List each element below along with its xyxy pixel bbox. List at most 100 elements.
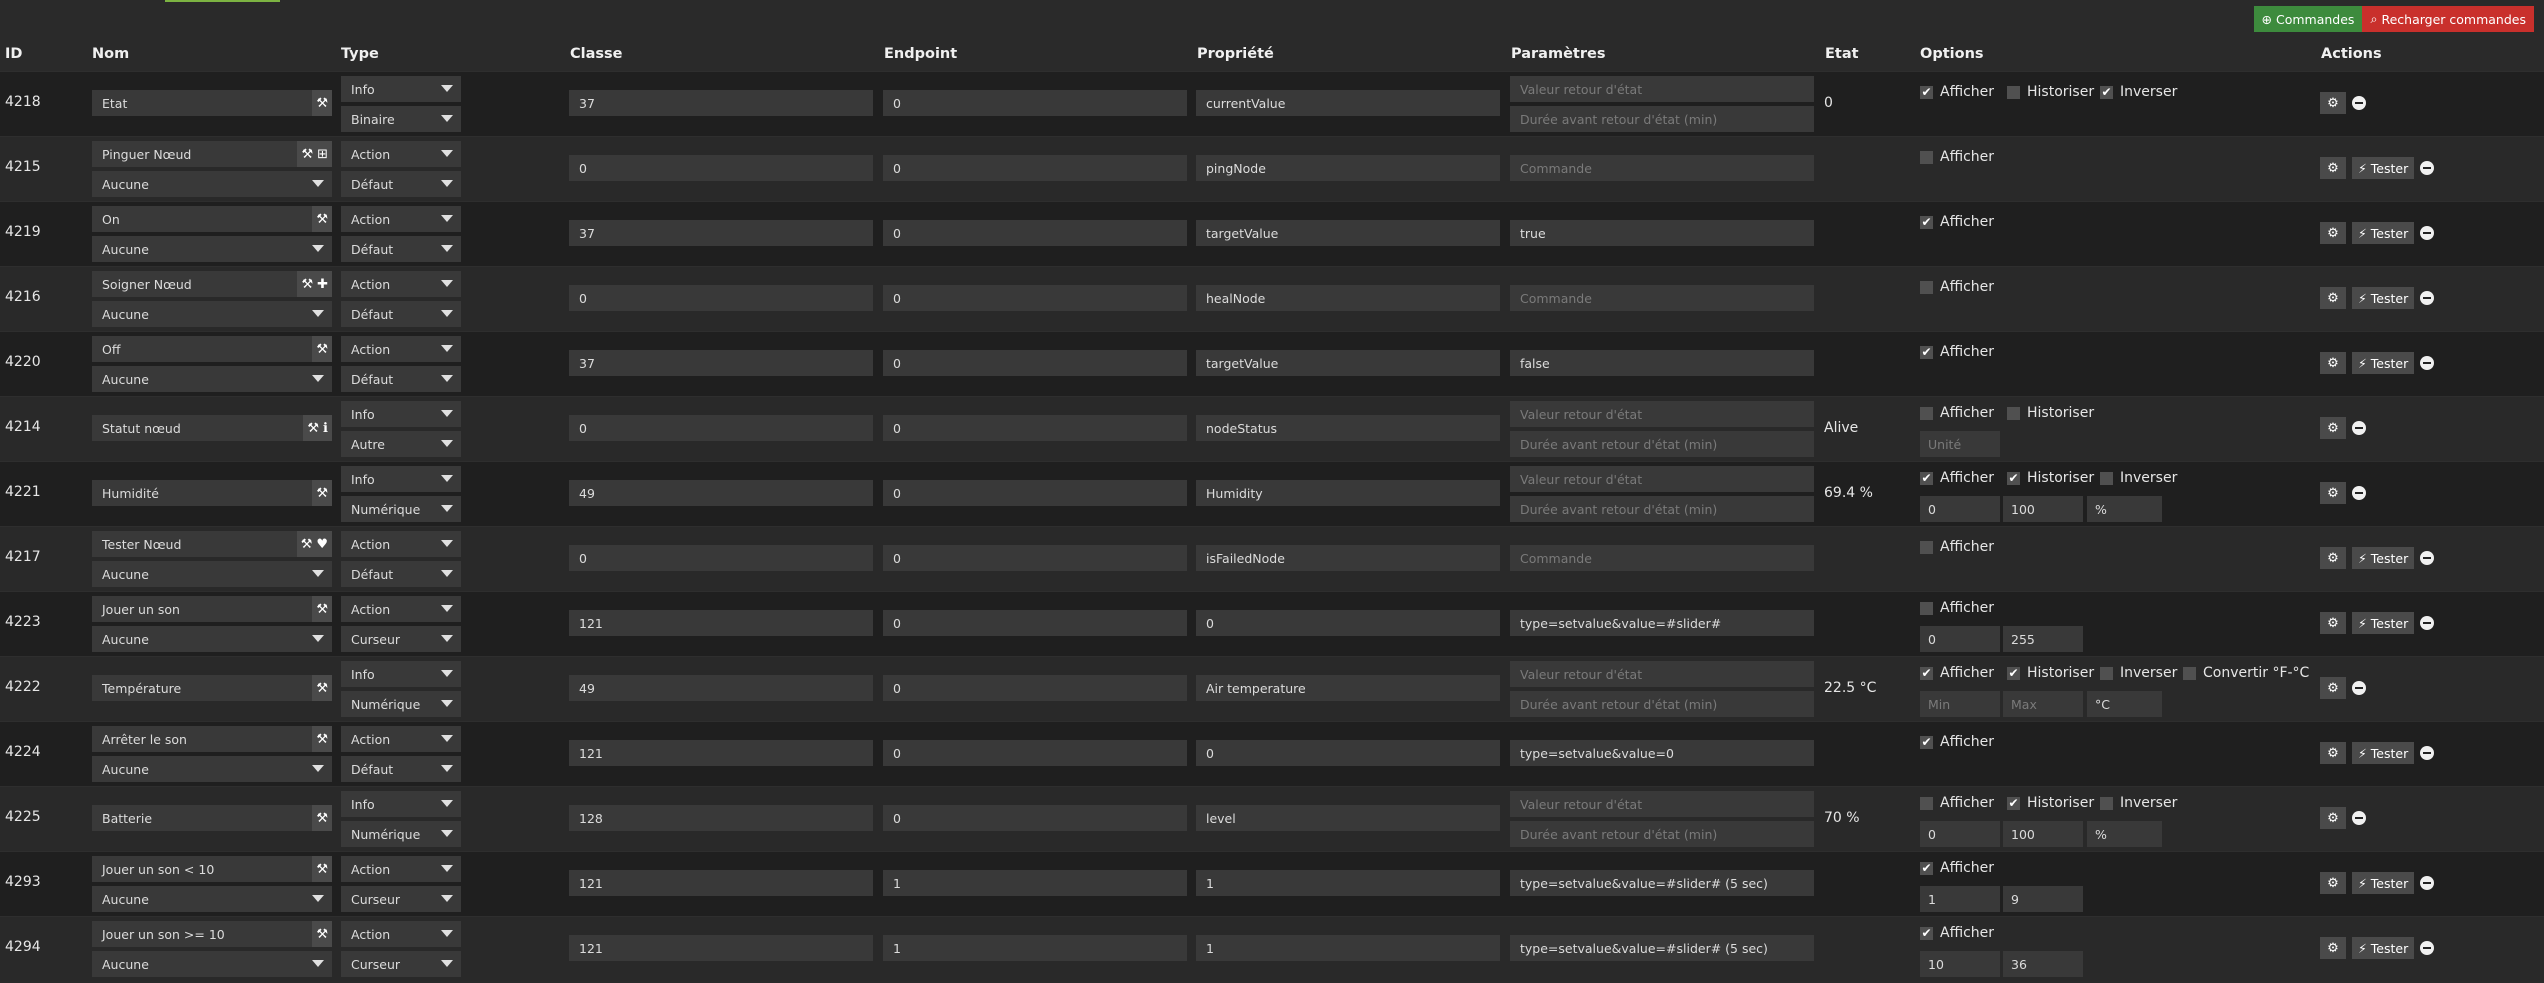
command-name-input[interactable]: Batterie ⚒ xyxy=(92,805,332,831)
classe-input[interactable]: 0 xyxy=(569,415,873,441)
wrench-icon[interactable]: ⚒ xyxy=(316,602,328,617)
remove-circle-icon[interactable] xyxy=(2420,291,2435,305)
wrench-icon[interactable]: ⚒ xyxy=(301,147,313,162)
wrench-icon[interactable]: ⚒ xyxy=(316,732,328,747)
command-name-input[interactable]: Tester Nœud ⚒ ♥ xyxy=(92,531,332,557)
type-select[interactable]: Info xyxy=(341,466,461,492)
classe-input[interactable]: 0 xyxy=(569,155,873,181)
gears-icon[interactable]: ⚙ xyxy=(2320,937,2346,959)
classe-input[interactable]: 128 xyxy=(569,805,873,831)
afficher-checkbox[interactable]: ✔ xyxy=(1920,85,1933,99)
classe-input[interactable]: 37 xyxy=(569,90,873,116)
return-duration-input[interactable]: Durée avant retour d'état (min) xyxy=(1510,496,1814,522)
reload-commands-button[interactable]: ⌕ Recharger commandes xyxy=(2362,6,2534,32)
classe-input[interactable]: 49 xyxy=(569,480,873,506)
unit-input[interactable]: % xyxy=(2087,496,2162,522)
linked-info-select[interactable]: Aucune xyxy=(92,951,332,977)
option-historiser[interactable]: ✔ Historiser xyxy=(2007,795,2094,811)
afficher-checkbox[interactable]: ✔ xyxy=(1920,735,1933,749)
classe-input[interactable]: 0 xyxy=(569,545,873,571)
test-button[interactable]: ⚡ Tester xyxy=(2352,612,2415,634)
type-select[interactable]: Action xyxy=(341,336,461,362)
parameters-input[interactable]: false xyxy=(1510,350,1814,376)
option-historiser[interactable]: Historiser xyxy=(2007,405,2094,421)
subtype-select[interactable]: Curseur xyxy=(341,951,461,977)
wrench-icon[interactable]: ⚒ xyxy=(316,862,328,877)
inverser-checkbox[interactable] xyxy=(2100,666,2113,680)
type-select[interactable]: Action xyxy=(341,141,461,167)
test-button[interactable]: ⚡ Tester xyxy=(2352,222,2415,244)
subtype-select[interactable]: Curseur xyxy=(341,626,461,652)
option-afficher[interactable]: ✔ Afficher xyxy=(1920,665,1994,681)
property-input[interactable]: 1 xyxy=(1196,935,1500,961)
command-name-input[interactable]: Arrêter le son ⚒ xyxy=(92,726,332,752)
return-duration-input[interactable]: Durée avant retour d'état (min) xyxy=(1510,691,1814,717)
endpoint-input[interactable]: 0 xyxy=(883,90,1187,116)
parameters-input[interactable]: type=setvalue&value=0 xyxy=(1510,740,1814,766)
min-value-input[interactable]: 10 xyxy=(1920,951,2000,977)
afficher-checkbox[interactable] xyxy=(1920,280,1933,294)
classe-input[interactable]: 0 xyxy=(569,285,873,311)
sitemap-icon[interactable]: ⊞ xyxy=(317,147,328,162)
command-name-input[interactable]: Soigner Nœud ⚒ ✚ xyxy=(92,271,332,297)
command-name-input[interactable]: Pinguer Nœud ⚒ ⊞ xyxy=(92,141,332,167)
gears-icon[interactable]: ⚙ xyxy=(2320,612,2346,634)
wrench-icon[interactable]: ⚒ xyxy=(316,811,328,826)
property-input[interactable]: level xyxy=(1196,805,1500,831)
property-input[interactable]: isFailedNode xyxy=(1196,545,1500,571)
subtype-select[interactable]: Autre xyxy=(341,431,461,457)
subtype-select[interactable]: Numérique xyxy=(341,821,461,847)
wrench-icon[interactable]: ⚒ xyxy=(301,277,313,292)
unit-input[interactable]: Unité xyxy=(1920,431,2000,457)
linked-info-select[interactable]: Aucune xyxy=(92,171,332,197)
command-name-input[interactable]: Humidité ⚒ xyxy=(92,480,332,506)
linked-info-select[interactable]: Aucune xyxy=(92,626,332,652)
max-value-input[interactable]: 255 xyxy=(2003,626,2083,652)
option-afficher[interactable]: Afficher xyxy=(1920,600,1994,616)
min-value-input[interactable]: Min xyxy=(1920,691,2000,717)
max-value-input[interactable]: 36 xyxy=(2003,951,2083,977)
return-duration-input[interactable]: Durée avant retour d'état (min) xyxy=(1510,431,1814,457)
wrench-icon[interactable]: ⚒ xyxy=(316,96,328,111)
max-value-input[interactable]: Max xyxy=(2003,691,2083,717)
property-input[interactable]: 0 xyxy=(1196,740,1500,766)
afficher-checkbox[interactable] xyxy=(1920,601,1933,615)
max-value-input[interactable]: 100 xyxy=(2003,821,2083,847)
type-select[interactable]: Action xyxy=(341,726,461,752)
classe-input[interactable]: 37 xyxy=(569,350,873,376)
command-name-input[interactable]: Jouer un son >= 10 ⚒ xyxy=(92,921,332,947)
test-button[interactable]: ⚡ Tester xyxy=(2352,352,2415,374)
historiser-checkbox[interactable]: ✔ xyxy=(2007,796,2020,810)
type-select[interactable]: Info xyxy=(341,76,461,102)
historiser-checkbox[interactable] xyxy=(2007,85,2020,99)
historiser-checkbox[interactable]: ✔ xyxy=(2007,666,2020,680)
subtype-select[interactable]: Numérique xyxy=(341,691,461,717)
option-afficher[interactable]: Afficher xyxy=(1920,795,1994,811)
option-afficher[interactable]: ✔ Afficher xyxy=(1920,860,1994,876)
option-afficher[interactable]: ✔ Afficher xyxy=(1920,925,1994,941)
classe-input[interactable]: 121 xyxy=(569,610,873,636)
type-select[interactable]: Action xyxy=(341,206,461,232)
classe-input[interactable]: 121 xyxy=(569,870,873,896)
type-select[interactable]: Action xyxy=(341,921,461,947)
gears-icon[interactable]: ⚙ xyxy=(2320,482,2346,504)
gears-icon[interactable]: ⚙ xyxy=(2320,872,2346,894)
afficher-checkbox[interactable] xyxy=(1920,150,1933,164)
subtype-select[interactable]: Défaut xyxy=(341,756,461,782)
endpoint-input[interactable]: 0 xyxy=(883,480,1187,506)
return-duration-input[interactable]: Durée avant retour d'état (min) xyxy=(1510,106,1814,132)
option-convertir[interactable]: Convertir °F-°C xyxy=(2183,665,2309,681)
return-value-input[interactable]: Valeur retour d'état xyxy=(1510,661,1814,687)
classe-input[interactable]: 37 xyxy=(569,220,873,246)
type-select[interactable]: Info xyxy=(341,401,461,427)
classe-input[interactable]: 121 xyxy=(569,935,873,961)
command-name-input[interactable]: Etat ⚒ xyxy=(92,90,332,116)
wrench-icon[interactable]: ⚒ xyxy=(316,342,328,357)
historiser-checkbox[interactable]: ✔ xyxy=(2007,471,2020,485)
linked-info-select[interactable]: Aucune xyxy=(92,366,332,392)
remove-circle-icon[interactable] xyxy=(2420,616,2435,630)
option-afficher[interactable]: ✔ Afficher xyxy=(1920,470,1994,486)
option-afficher[interactable]: Afficher xyxy=(1920,405,1994,421)
parameters-input[interactable]: type=setvalue&value=#slider# xyxy=(1510,610,1814,636)
subtype-select[interactable]: Curseur xyxy=(341,886,461,912)
